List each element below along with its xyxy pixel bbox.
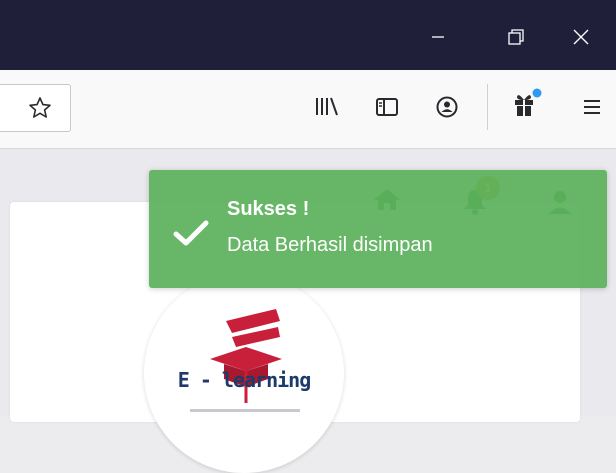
sidebar-icon[interactable] bbox=[374, 94, 400, 120]
close-icon bbox=[573, 29, 589, 45]
graduation-cap-logo-icon bbox=[210, 309, 282, 403]
success-toast[interactable]: Sukses ! Data Berhasil disimpan bbox=[149, 170, 607, 288]
restore-icon bbox=[508, 29, 524, 45]
library-icon[interactable] bbox=[314, 94, 340, 120]
toolbar-separator bbox=[487, 84, 488, 130]
check-icon bbox=[173, 220, 209, 246]
star-icon[interactable] bbox=[28, 96, 52, 120]
title-bar bbox=[0, 0, 616, 70]
restore-button[interactable] bbox=[488, 0, 548, 70]
close-window-button[interactable] bbox=[556, 0, 616, 70]
minimize-button[interactable] bbox=[408, 0, 468, 70]
url-bar[interactable] bbox=[0, 84, 71, 132]
gift-icon[interactable] bbox=[508, 86, 544, 120]
account-icon[interactable] bbox=[434, 94, 460, 120]
logo-tagline bbox=[190, 409, 300, 412]
menu-icon[interactable] bbox=[580, 94, 604, 120]
toast-message: Data Berhasil disimpan bbox=[227, 234, 433, 256]
toast-title: Sukses ! bbox=[227, 198, 310, 220]
logo-text: E - learning bbox=[177, 368, 312, 392]
browser-toolbar bbox=[0, 70, 616, 149]
minimize-icon bbox=[432, 36, 444, 38]
